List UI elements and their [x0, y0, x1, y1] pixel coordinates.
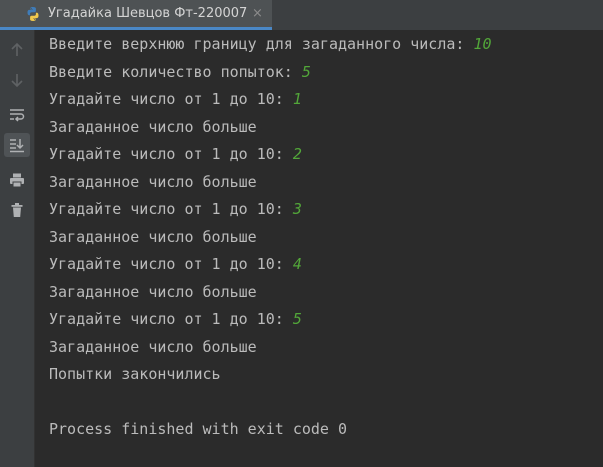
console-line-text: Process finished with exit code 0	[49, 420, 348, 438]
console-line: Загаданное число больше	[49, 282, 257, 302]
console-line-text: Угадайте число от 1 до 10:	[49, 145, 293, 163]
console-line-text: Угадайте число от 1 до 10:	[49, 200, 293, 218]
up-arrow-button[interactable]	[4, 38, 30, 62]
tab-bar-empty-area	[272, 0, 603, 30]
console-line: Угадайте число от 1 до 10: 3	[49, 199, 302, 219]
scroll-to-end-icon	[10, 139, 24, 153]
console-line: Введите верхнюю границу для загаданного …	[49, 34, 492, 54]
console-line: Загаданное число больше	[49, 172, 257, 192]
up-arrow-icon	[11, 42, 23, 56]
console-line: Введите количество попыток: 5	[49, 62, 311, 82]
console-line-text: Введите количество попыток:	[49, 63, 302, 81]
run-tab[interactable]: Угадайка Шевцов Фт-220007 ×	[0, 0, 272, 30]
print-icon	[10, 173, 24, 188]
console-line: Загаданное число больше	[49, 337, 257, 357]
user-input-value: 2	[292, 145, 302, 163]
python-icon	[27, 7, 39, 21]
user-input-value: 10	[473, 35, 492, 53]
console-line-text: Угадайте число от 1 до 10:	[49, 310, 293, 328]
console-line-text: Угадайте число от 1 до 10:	[49, 255, 293, 273]
user-input-value: 5	[301, 63, 311, 81]
run-console-window: Угадайка Шевцов Фт-220007 × Введите верх…	[0, 0, 603, 467]
console-line: Угадайте число от 1 до 10: 5	[49, 309, 302, 329]
soft-wrap-icon	[10, 109, 25, 122]
console-line-text: Загаданное число больше	[49, 338, 257, 356]
tab-title: Угадайка Шевцов Фт-220007	[48, 6, 248, 21]
console-line: Загаданное число больше	[49, 117, 257, 137]
console-line-text: Загаданное число больше	[49, 283, 257, 301]
console-line: Угадайте число от 1 до 10: 4	[49, 254, 302, 274]
soft-wrap-button[interactable]	[4, 103, 30, 127]
console-line: Process finished with exit code 0	[49, 419, 347, 439]
clear-all-button[interactable]	[4, 198, 30, 222]
console-line-text: Загаданное число больше	[49, 118, 257, 136]
console-line-text: Введите верхнюю границу для загаданного …	[49, 35, 474, 53]
console-line: Загаданное число больше	[49, 227, 257, 247]
scroll-to-end-button[interactable]	[4, 133, 30, 157]
console-line-text: Угадайте число от 1 до 10:	[49, 90, 293, 108]
user-input-value: 4	[292, 255, 302, 273]
tab-bar: Угадайка Шевцов Фт-220007 ×	[0, 0, 603, 30]
console-line-text: Загаданное число больше	[49, 173, 257, 191]
user-input-value: 3	[292, 200, 302, 218]
close-tab-icon[interactable]: ×	[252, 6, 263, 21]
console-line: Угадайте число от 1 до 10: 1	[49, 89, 302, 109]
console-line-text: Попытки закончились	[49, 365, 221, 383]
down-arrow-icon	[11, 74, 23, 88]
console-line: Угадайте число от 1 до 10: 2	[49, 144, 302, 164]
user-input-value: 1	[292, 90, 302, 108]
console-output[interactable]: Введите верхнюю границу для загаданного …	[35, 30, 603, 467]
console-toolbar	[0, 30, 35, 467]
down-arrow-button[interactable]	[4, 68, 30, 92]
print-button[interactable]	[4, 168, 30, 192]
trash-icon	[11, 203, 23, 217]
console-line: Попытки закончились	[49, 364, 221, 384]
console-line-text: Загаданное число больше	[49, 228, 257, 246]
user-input-value: 5	[292, 310, 302, 328]
